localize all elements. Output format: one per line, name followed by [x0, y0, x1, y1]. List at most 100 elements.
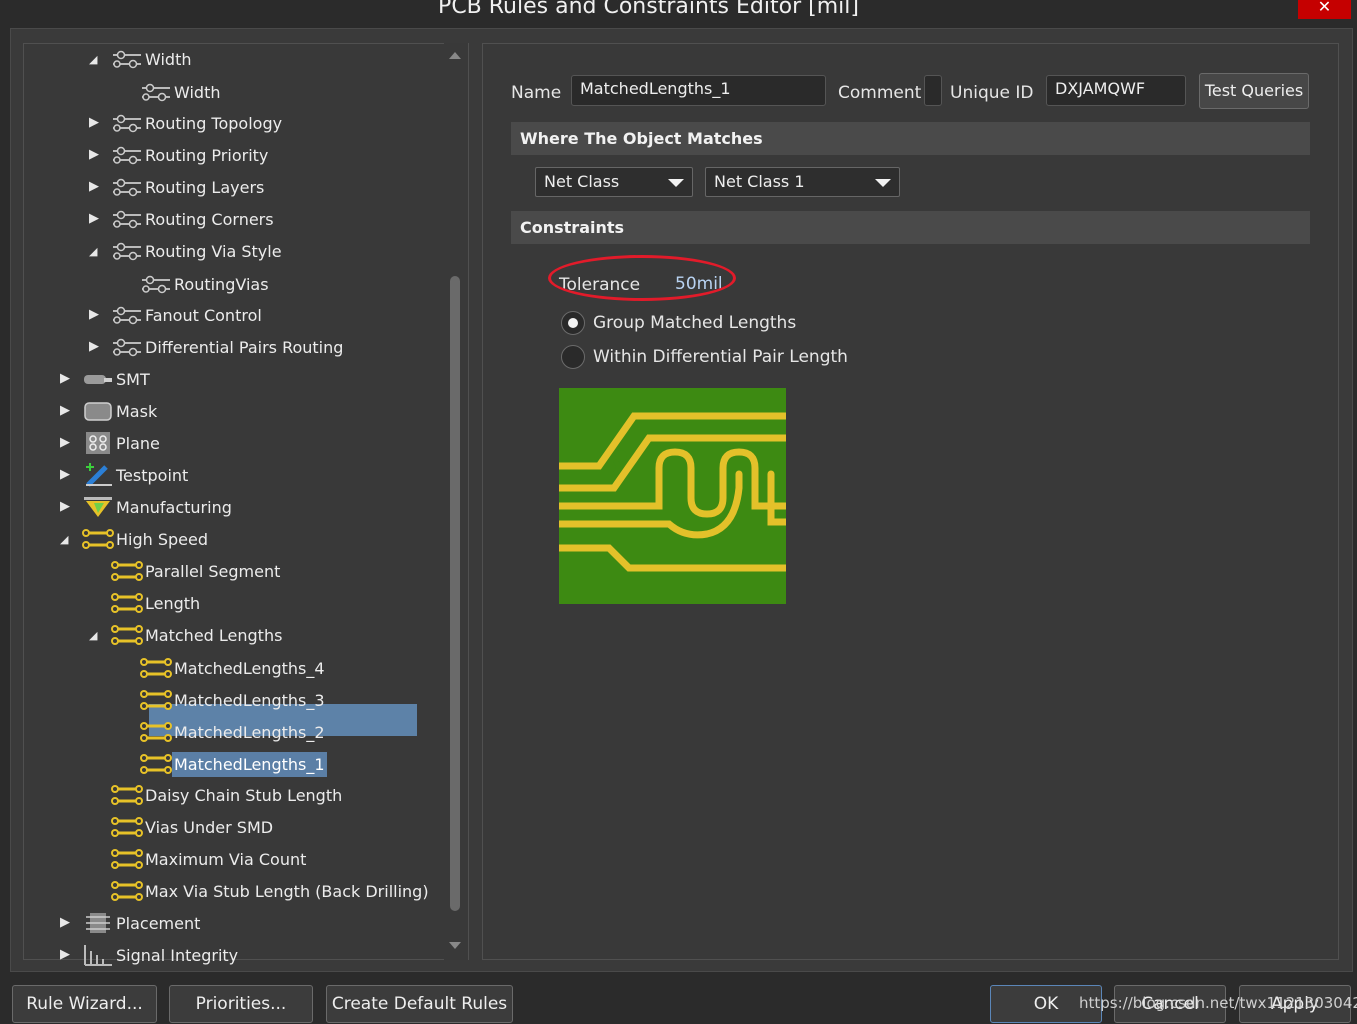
tree-item-label: MatchedLengths_3 [174, 690, 325, 710]
scope-value-select[interactable]: Net Class 1 [705, 167, 900, 197]
tree-item-label: Daisy Chain Stub Length [145, 785, 343, 805]
close-icon: ✕ [1317, 0, 1332, 16]
test-queries-button[interactable]: Test Queries [1199, 73, 1309, 109]
high-speed-icon [111, 879, 143, 903]
tree-item[interactable]: ▶ Testpoint [60, 460, 190, 490]
high-speed-icon [111, 815, 143, 839]
tree-item[interactable]: Maximum Via Count [111, 844, 308, 874]
tree-item-label: Differential Pairs Routing [145, 337, 344, 357]
tree-item-label: Routing Priority [145, 145, 269, 165]
tree-expand-arrow-icon[interactable]: ▶ [60, 499, 70, 514]
tree-expand-arrow-icon[interactable]: ▶ [60, 403, 70, 418]
tree-expand-arrow-icon[interactable]: ▶ [89, 339, 99, 354]
tree-item-label: RoutingVias [174, 274, 269, 294]
tree-item[interactable]: ▶ Mask [60, 396, 159, 426]
signal-integrity-icon [82, 943, 112, 967]
tree-item-label: Width [145, 49, 192, 69]
manufacturing-icon [82, 495, 112, 519]
tree-scroll-thumb[interactable] [450, 276, 460, 911]
unique-id-input[interactable]: DXJAMQWF [1046, 75, 1186, 106]
tree-item[interactable]: ◢ High Speed [60, 524, 210, 554]
unique-id-label: Unique ID [950, 83, 1034, 103]
high-speed-icon [82, 527, 114, 551]
tree-item[interactable]: Max Via Stub Length (Back Drilling) [111, 876, 431, 906]
tree-expand-arrow-icon[interactable]: ▶ [60, 435, 70, 450]
tree-item[interactable]: ▶ Manufacturing [60, 492, 234, 522]
tree-expand-arrow-icon[interactable]: ▶ [89, 115, 99, 130]
high-speed-icon [140, 720, 172, 744]
priorities-button[interactable]: Priorities... [169, 985, 313, 1023]
rule-icon [111, 335, 141, 359]
tree-item[interactable]: ▶ Differential Pairs Routing [89, 332, 345, 362]
tree-item[interactable]: MatchedLengths_2 [140, 717, 327, 747]
tree-item[interactable]: ▶ Routing Layers [89, 172, 266, 202]
high-speed-icon [111, 591, 143, 615]
high-speed-icon [111, 783, 143, 807]
high-speed-icon [111, 847, 143, 871]
where-object-matches-header: Where The Object Matches [511, 122, 1310, 155]
tree-item[interactable]: ▶ Routing Corners [89, 204, 276, 234]
comment-label: Comment [838, 83, 922, 103]
tree-item[interactable]: ▶ Signal Integrity [60, 940, 240, 970]
name-input[interactable]: MatchedLengths_1 [571, 75, 826, 106]
create-default-rules-button[interactable]: Create Default Rules [326, 985, 513, 1023]
watermark-text: https://blog.csdn.net/twx11213030422 [1079, 994, 1357, 1012]
tree-expand-arrow-icon[interactable]: ▶ [89, 211, 99, 226]
tree-item-label: Routing Layers [145, 177, 265, 197]
within-diff-pair-radio[interactable] [561, 345, 585, 369]
chevron-down-icon [668, 179, 684, 187]
tree-expand-arrow-icon[interactable]: ▶ [60, 947, 70, 962]
tree-item-label: Fanout Control [145, 305, 262, 325]
tree-expand-arrow-icon[interactable]: ▶ [89, 179, 99, 194]
tree-item[interactable]: Vias Under SMD [111, 812, 275, 842]
tree-item[interactable]: Width [140, 77, 222, 107]
tree-item-label: Maximum Via Count [145, 849, 307, 869]
comment-input[interactable] [924, 75, 942, 106]
tree-collapse-arrow-icon[interactable]: ◢ [89, 629, 97, 642]
tree-item-label: Vias Under SMD [145, 817, 274, 837]
tree-collapse-arrow-icon[interactable]: ◢ [89, 53, 97, 66]
group-matched-lengths-radio[interactable] [561, 311, 585, 335]
tree-item[interactable]: ▶ Routing Topology [89, 108, 284, 138]
rule-wizard-button[interactable]: Rule Wizard... [12, 985, 157, 1023]
tree-item[interactable]: MatchedLengths_1 [140, 749, 327, 779]
tree-expand-arrow-icon[interactable]: ▶ [60, 915, 70, 930]
tree-item[interactable]: ▶ Plane [60, 428, 162, 458]
high-speed-icon [111, 559, 143, 583]
tree-item[interactable]: ▶ Routing Priority [89, 140, 270, 170]
tree-collapse-arrow-icon[interactable]: ◢ [89, 245, 97, 258]
scope-type-select[interactable]: Net Class [535, 167, 693, 197]
tree-item[interactable]: MatchedLengths_4 [140, 653, 327, 683]
close-button[interactable]: ✕ [1298, 0, 1351, 19]
tree-item[interactable]: ▶ Fanout Control [89, 300, 264, 330]
plane-icon [82, 431, 112, 455]
tree-item[interactable]: Parallel Segment [111, 556, 282, 586]
tree-expand-arrow-icon[interactable]: ▶ [89, 147, 99, 162]
tree-item[interactable]: ◢ Matched Lengths [89, 620, 284, 650]
rule-icon [111, 111, 141, 135]
tree-item[interactable]: ▶ Placement [60, 908, 202, 938]
tree-item[interactable]: Length [111, 588, 202, 618]
tree-item-label: SMT [116, 369, 150, 389]
tree-item[interactable]: Daisy Chain Stub Length [111, 780, 344, 810]
scroll-up-arrow-icon[interactable] [449, 52, 461, 59]
tree-item[interactable]: ▶ SMT [60, 364, 152, 394]
scope-value-value: Net Class 1 [714, 172, 805, 191]
tree-item[interactable]: ◢ Routing Via Style [89, 236, 284, 266]
tree-item[interactable]: RoutingVias [140, 269, 271, 299]
tree-item-label: Width [174, 82, 221, 102]
tree-item-label: Placement [116, 913, 201, 933]
scroll-down-arrow-icon[interactable] [449, 942, 461, 949]
tree-collapse-arrow-icon[interactable]: ◢ [60, 533, 68, 546]
smt-icon [82, 367, 112, 391]
tree-item-label: Testpoint [116, 465, 189, 485]
tree-item-label: Parallel Segment [145, 561, 281, 581]
mask-icon [82, 399, 112, 423]
tree-item-label: Mask [116, 401, 158, 421]
tree-expand-arrow-icon[interactable]: ▶ [60, 371, 70, 386]
tree-item[interactable]: ◢ Width [89, 44, 193, 74]
tree-item[interactable]: MatchedLengths_3 [140, 685, 327, 715]
tree-expand-arrow-icon[interactable]: ▶ [89, 307, 99, 322]
placement-icon [82, 911, 112, 935]
tree-expand-arrow-icon[interactable]: ▶ [60, 467, 70, 482]
